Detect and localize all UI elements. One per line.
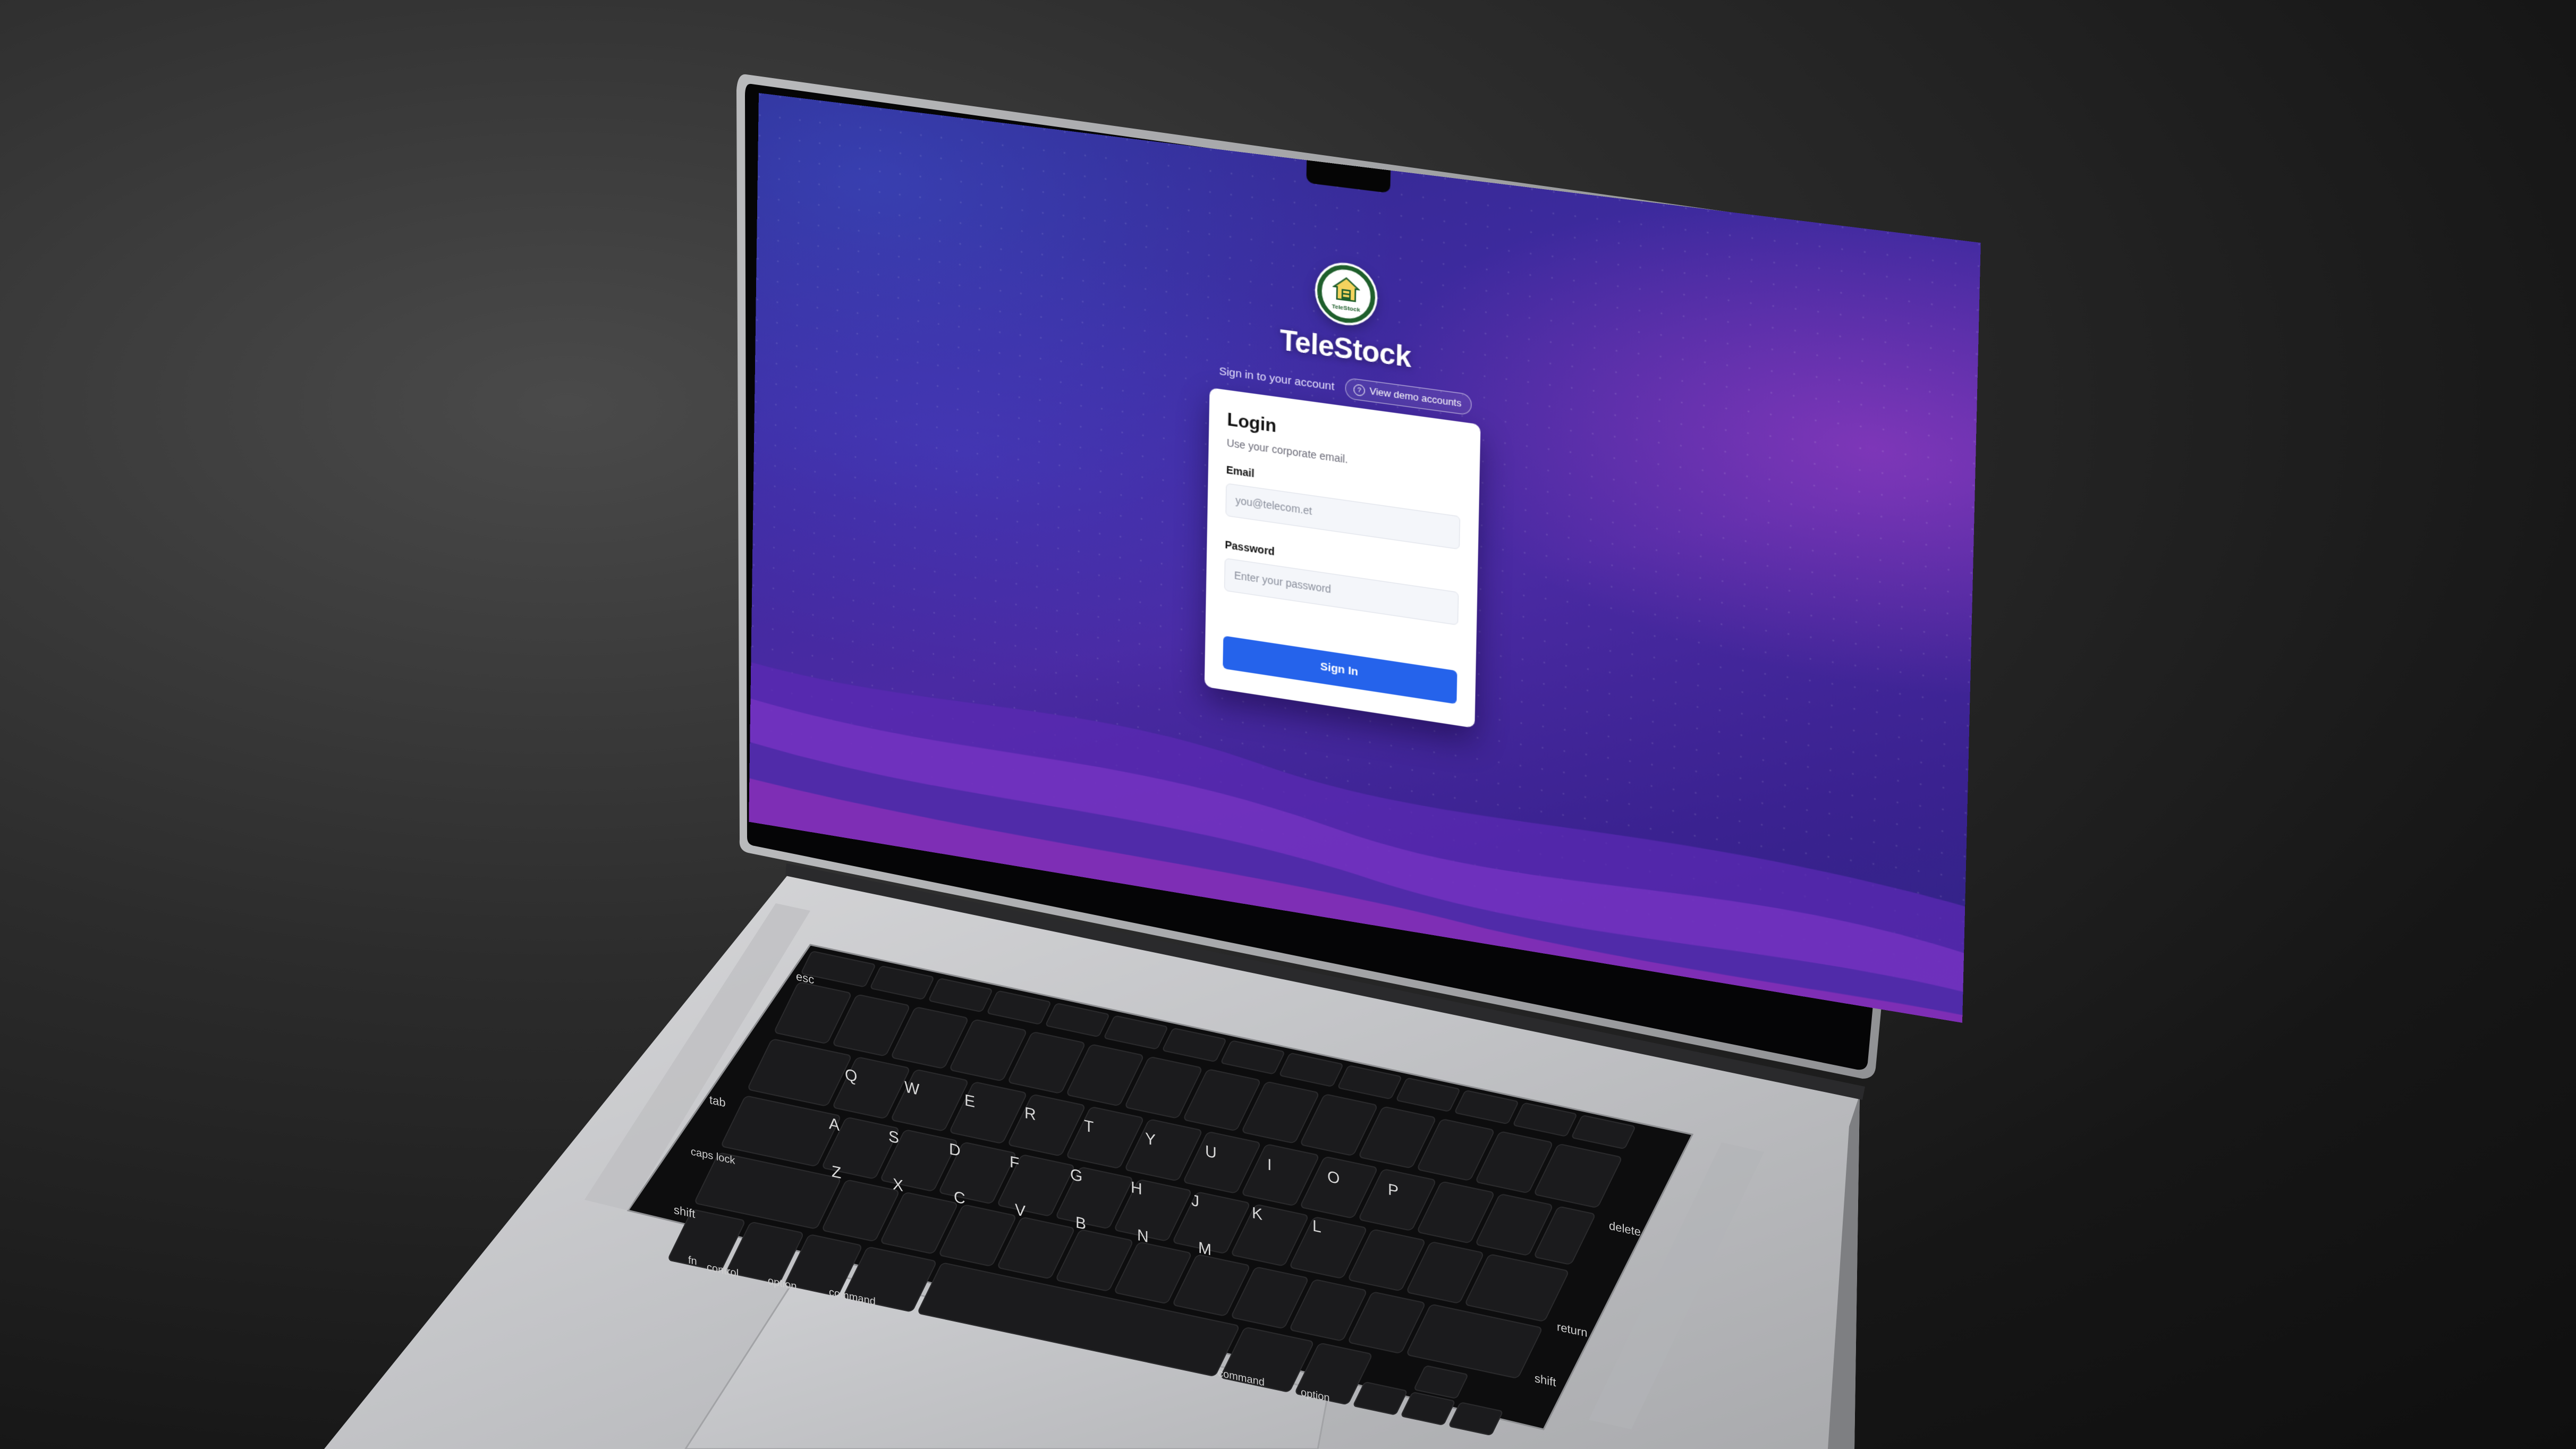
card-title: Login	[1227, 409, 1277, 437]
sign-in-button[interactable]: Sign In	[1223, 635, 1458, 705]
password-label: Password	[1225, 538, 1275, 558]
card-subtitle: Use your corporate email.	[1226, 436, 1348, 466]
question-circle-icon: ?	[1353, 384, 1366, 397]
password-input[interactable]: Enter your password	[1224, 557, 1459, 626]
tagline: Sign in to your account	[1219, 364, 1335, 393]
email-label: Email	[1226, 463, 1255, 480]
email-input[interactable]: you@telecom.et	[1225, 483, 1461, 550]
demo-button-label: View demo accounts	[1369, 385, 1462, 409]
house-icon	[1332, 274, 1360, 305]
logo-wordmark: TeleStock	[1332, 302, 1360, 313]
login-card: Login Use your corporate email. Email yo…	[1204, 387, 1481, 728]
app-logo: TeleStock	[1317, 261, 1376, 327]
